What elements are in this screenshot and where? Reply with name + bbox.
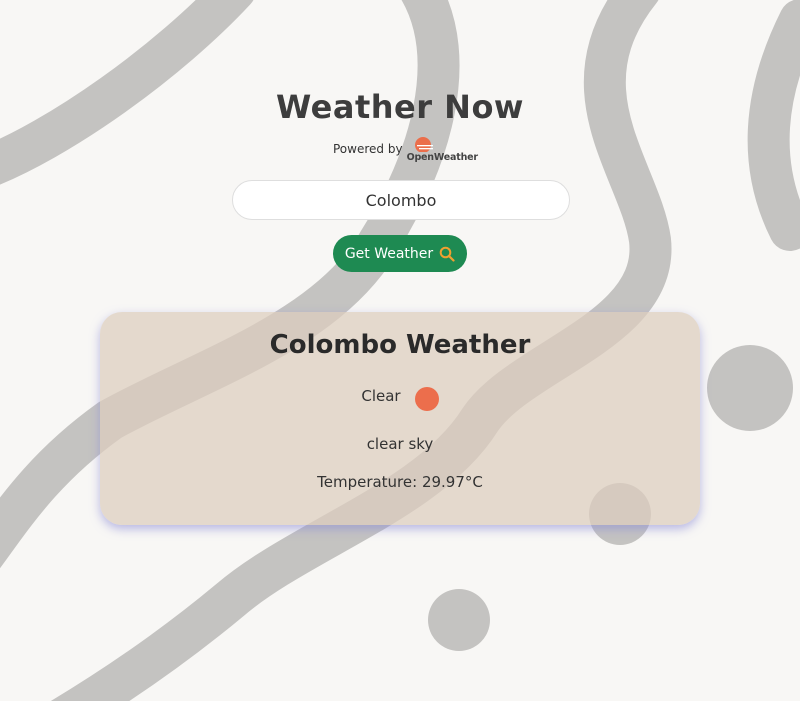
get-weather-label: Get Weather: [344, 245, 434, 262]
powered-by: Powered by OpenWeather: [333, 136, 479, 166]
clear-sun-icon: [414, 387, 439, 411]
condition-label: Clear: [361, 387, 401, 405]
openweather-sun-icon: [414, 137, 433, 152]
openweather-wordmark: OpenWeather: [406, 152, 479, 163]
city-search-input[interactable]: [232, 180, 570, 220]
weather-description: clear sky: [366, 435, 434, 453]
get-weather-button[interactable]: Get Weather: [333, 235, 467, 272]
openweather-logo: OpenWeather: [406, 136, 479, 166]
city-weather-title: Colombo Weather: [269, 330, 531, 360]
weather-result-card: Colombo Weather Clear clear sky Temperat…: [100, 312, 700, 525]
page-content: Weather Now Powered by OpenWeather Get W…: [0, 0, 800, 701]
condition-row: Clear: [100, 381, 700, 411]
temperature-readout: Temperature: 29.97°C: [317, 473, 483, 491]
search-icon: [439, 246, 455, 262]
app-title: Weather Now: [276, 88, 524, 126]
powered-by-label: Powered by: [333, 142, 403, 156]
